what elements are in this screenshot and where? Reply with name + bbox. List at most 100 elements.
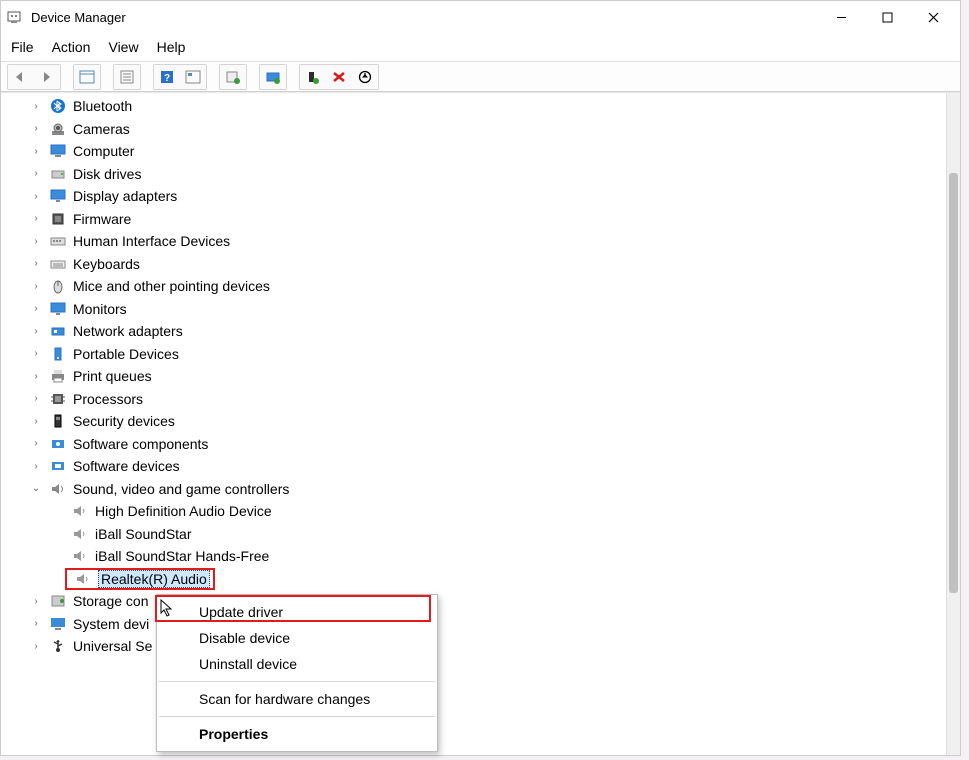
tree-label: Display adapters — [73, 188, 177, 204]
tree-label: iBall SoundStar — [95, 526, 192, 542]
tree-category[interactable]: ›Computer — [1, 140, 946, 163]
window-title: Device Manager — [31, 10, 126, 25]
tree-category[interactable]: › Security devices — [1, 410, 946, 433]
expand-icon[interactable]: › — [29, 416, 43, 427]
tree-label: Human Interface Devices — [73, 233, 230, 249]
context-menu-item[interactable]: Update driver — [157, 599, 437, 625]
tree-device[interactable]: iBall SoundStar — [1, 523, 946, 546]
cpu-icon — [49, 390, 67, 408]
device-tree[interactable]: ›Bluetooth›Cameras›Computer›Disk drives›… — [1, 93, 946, 755]
expand-icon[interactable]: › — [29, 281, 43, 292]
tree-category[interactable]: ›Firmware — [1, 208, 946, 231]
context-menu-item[interactable]: Properties — [157, 721, 437, 747]
vertical-scrollbar[interactable] — [946, 93, 960, 755]
maximize-button[interactable] — [864, 2, 910, 32]
selected-device-highlight: Realtek(R) Audio — [65, 568, 215, 590]
expand-icon[interactable]: › — [29, 168, 43, 179]
tree-label: Print queues — [73, 368, 152, 384]
tree-label: Cameras — [73, 121, 130, 137]
toolbar-forward-button[interactable] — [34, 65, 60, 89]
tree-category[interactable]: › Cameras — [1, 118, 946, 141]
menu-action[interactable]: Action — [52, 39, 91, 55]
expand-icon[interactable]: › — [29, 641, 43, 652]
toolbar-uninstall-device-button[interactable] — [326, 65, 352, 89]
tree-device[interactable]: Realtek(R) Audio — [1, 568, 946, 591]
expand-icon[interactable]: › — [29, 596, 43, 607]
toolbar-back-button[interactable] — [8, 65, 34, 89]
tree-category[interactable]: › Human Interface Devices — [1, 230, 946, 253]
tree-category[interactable]: ›Software components — [1, 433, 946, 456]
expand-icon[interactable]: › — [29, 191, 43, 202]
menu-help[interactable]: Help — [157, 39, 186, 55]
tree-label: Realtek(R) Audio — [98, 570, 210, 588]
toolbar-show-hide-tree-button[interactable] — [74, 65, 100, 89]
tree-category[interactable]: › Software devices — [1, 455, 946, 478]
expand-icon[interactable]: ⌄ — [29, 483, 43, 494]
expand-icon[interactable]: › — [29, 303, 43, 314]
context-menu-item[interactable]: Scan for hardware changes — [157, 686, 437, 712]
expand-icon[interactable]: › — [29, 326, 43, 337]
display-icon — [49, 187, 67, 205]
tree-category[interactable]: ›Storage con — [1, 590, 946, 613]
tree-category[interactable]: › Bluetooth — [1, 95, 946, 118]
tree-category[interactable]: › Monitors — [1, 298, 946, 321]
mouse-icon — [49, 277, 67, 295]
tree-category[interactable]: › Print queues — [1, 365, 946, 388]
disk-icon — [49, 165, 67, 183]
expand-icon[interactable]: › — [29, 348, 43, 359]
expand-icon[interactable]: › — [29, 393, 43, 404]
toolbar-scan-button[interactable] — [220, 65, 246, 89]
tree-category[interactable]: ›Processors — [1, 388, 946, 411]
computer-icon — [49, 142, 67, 160]
tree-label: iBall SoundStar Hands-Free — [95, 548, 269, 564]
tree-label: Software devices — [73, 458, 180, 474]
tree-category[interactable]: › Network adapters — [1, 320, 946, 343]
tree-category[interactable]: › Display adapters — [1, 185, 946, 208]
expand-icon[interactable]: › — [29, 438, 43, 449]
toolbar: ? — [1, 62, 960, 92]
toolbar-help-button[interactable]: ? — [154, 65, 180, 89]
speaker-icon — [71, 525, 89, 543]
expand-icon[interactable]: › — [29, 146, 43, 157]
close-button[interactable] — [910, 2, 956, 32]
expand-icon[interactable]: › — [29, 236, 43, 247]
scrollbar-thumb[interactable] — [949, 173, 958, 593]
menu-view[interactable]: View — [108, 39, 138, 55]
expand-icon[interactable]: › — [29, 371, 43, 382]
expand-icon[interactable]: › — [29, 618, 43, 629]
tree-label: Monitors — [73, 301, 127, 317]
tree-category[interactable]: ›Portable Devices — [1, 343, 946, 366]
context-menu-item[interactable]: Uninstall device — [157, 651, 437, 677]
expand-icon[interactable]: › — [29, 101, 43, 112]
minimize-button[interactable] — [818, 2, 864, 32]
tree-device[interactable]: iBall SoundStar Hands-Free — [1, 545, 946, 568]
context-menu-item[interactable]: Disable device — [157, 625, 437, 651]
tree-label: Security devices — [73, 413, 175, 429]
tree-category[interactable]: ›Universal Se — [1, 635, 946, 658]
tree-category[interactable]: ›Keyboards — [1, 253, 946, 276]
speaker-icon — [71, 547, 89, 565]
expand-icon[interactable]: › — [29, 213, 43, 224]
tree-label: Network adapters — [73, 323, 183, 339]
bluetooth-icon — [49, 97, 67, 115]
tree-category[interactable]: ⌄Sound, video and game controllers — [1, 478, 946, 501]
toolbar-properties-button[interactable] — [114, 65, 140, 89]
expand-icon[interactable]: › — [29, 123, 43, 134]
toolbar-enable-device-button[interactable] — [300, 65, 326, 89]
context-menu-separator — [159, 716, 435, 717]
tree-label: Bluetooth — [73, 98, 132, 114]
portable-icon — [49, 345, 67, 363]
tree-category[interactable]: ›Disk drives — [1, 163, 946, 186]
expand-icon[interactable]: › — [29, 461, 43, 472]
tree-panel: ›Bluetooth›Cameras›Computer›Disk drives›… — [1, 92, 960, 755]
tree-device[interactable]: High Definition Audio Device — [1, 500, 946, 523]
toolbar-update-driver-button[interactable] — [260, 65, 286, 89]
toolbar-disable-device-button[interactable] — [352, 65, 378, 89]
menu-file[interactable]: File — [11, 39, 34, 55]
expand-icon[interactable]: › — [29, 258, 43, 269]
tree-category[interactable]: ›System devi — [1, 613, 946, 636]
monitor-icon — [49, 300, 67, 318]
toolbar-action-button[interactable] — [180, 65, 206, 89]
speaker-icon — [74, 570, 92, 588]
tree-category[interactable]: ›Mice and other pointing devices — [1, 275, 946, 298]
